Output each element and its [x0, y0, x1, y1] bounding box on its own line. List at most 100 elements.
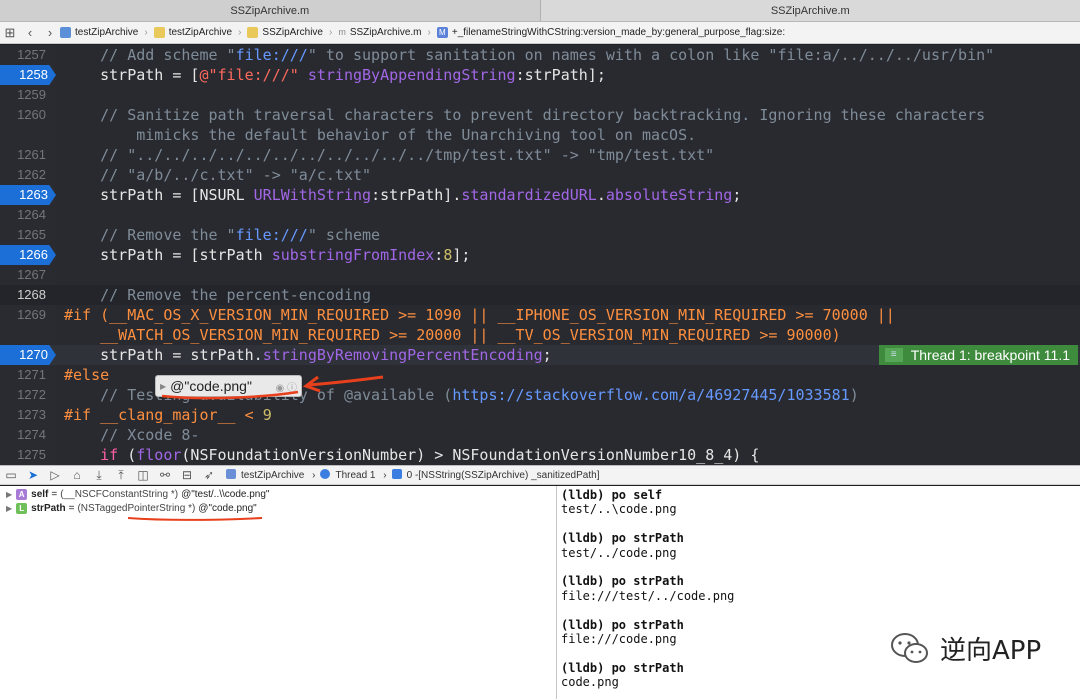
code-line[interactable]: 1262 // "a/b/../c.txt" -> "a/c.txt": [0, 165, 1080, 185]
code-text: #if (__MAC_OS_X_VERSION_MIN_REQUIRED >= …: [64, 306, 895, 324]
console-line: (lldb) po strPath: [561, 531, 684, 546]
variable-name: strPath: [31, 502, 66, 514]
line-number: 1267: [17, 267, 46, 282]
debug-crumb-thread[interactable]: Thread 1 ›: [320, 469, 387, 481]
crumb-file[interactable]: m SSZipArchive.m ›: [338, 27, 431, 38]
code-line[interactable]: __WATCH_OS_VERSION_MIN_REQUIRED >= 20000…: [0, 325, 1080, 345]
step-into-icon[interactable]: ⤓: [88, 468, 110, 483]
debug-breadcrumb: testZipArchive › Thread 1 › 0 -[NSString…: [226, 469, 609, 481]
method-icon: M: [436, 27, 448, 38]
m-file-icon: m: [338, 27, 346, 37]
variable-value: @"test/..\\code.png": [181, 488, 270, 500]
line-number: 1262: [17, 167, 46, 182]
debug-crumb-label: Thread 1: [335, 470, 376, 481]
thread-breakpoint-badge[interactable]: ≡ Thread 1: breakpoint 11.1: [878, 345, 1078, 365]
code-line[interactable]: 1264: [0, 205, 1080, 225]
breakpoints-toggle-icon[interactable]: ➤: [22, 468, 44, 482]
crumb-label: testZipArchive: [75, 27, 139, 38]
continue-icon[interactable]: ▷: [44, 468, 66, 482]
code-line[interactable]: 1265 // Remove the "file:///" scheme: [0, 225, 1080, 245]
step-over-icon[interactable]: ⌂: [66, 468, 88, 482]
line-number: 1261: [17, 147, 46, 162]
variable-type: (__NSCFConstantString *): [60, 488, 179, 500]
code-line[interactable]: 1266 strPath = [strPath substringFromInd…: [0, 245, 1080, 265]
disclosure-triangle-icon[interactable]: ▶: [160, 382, 166, 391]
crumb-subgroup[interactable]: SSZipArchive ›: [247, 27, 332, 38]
code-text: // "../../../../../../../../../../../tmp…: [64, 146, 715, 164]
variable-data-tip[interactable]: ▶ @"code.png" ◉ ⓘ: [155, 375, 302, 397]
crumb-label: SSZipArchive: [262, 27, 323, 38]
line-number: 1274: [17, 427, 46, 442]
code-line[interactable]: 1260 // Sanitize path traversal characte…: [0, 105, 1080, 125]
variable-equals: =: [51, 488, 58, 500]
environment-icon[interactable]: ⊟: [176, 468, 198, 482]
breakpoint-marker[interactable]: 1270: [0, 345, 56, 365]
line-number: 1259: [17, 87, 46, 102]
tab-ssziparchive-right[interactable]: SSZipArchive.m: [541, 0, 1080, 21]
project-icon: [60, 27, 71, 38]
breakpoint-marker[interactable]: 1258: [0, 65, 56, 85]
disclosure-triangle-icon[interactable]: ▶: [6, 504, 12, 513]
disclosure-triangle-icon[interactable]: ▶: [6, 490, 12, 499]
folder-icon: [247, 27, 259, 38]
line-number: 1268: [17, 287, 46, 302]
line-number: 1271: [17, 367, 46, 382]
breakpoint-marker[interactable]: 1266: [0, 245, 56, 265]
memory-graph-icon[interactable]: ⚯: [154, 468, 176, 482]
crumb-group[interactable]: testZipArchive ›: [153, 27, 241, 38]
code-text: // Remove the "file:///" scheme: [100, 226, 381, 244]
tab-ssziparchive-left[interactable]: SSZipArchive.m: [0, 0, 541, 21]
code-line[interactable]: 1273 #if __clang_major__ < 9: [0, 405, 1080, 425]
console-line: (lldb) po self: [561, 488, 663, 502]
line-number: [0, 325, 54, 345]
code-text: mimicks the default behavior of the Unar…: [64, 126, 697, 144]
crumb-method[interactable]: M +_filenameStringWithCString:version_mad…: [436, 27, 786, 38]
crumb-project[interactable]: testZipArchive ›: [60, 27, 148, 38]
variable-row[interactable]: ▶ A self = (__NSCFConstantString *) @"te…: [6, 487, 269, 501]
step-out-icon[interactable]: ⤒: [110, 468, 132, 483]
grid-icon[interactable]: ⊞: [0, 25, 20, 41]
lldb-console[interactable]: (lldb) po self test/..\code.png (lldb) p…: [556, 486, 1080, 699]
console-line: test/..\code.png: [561, 502, 677, 517]
location-icon[interactable]: ➶: [198, 468, 220, 482]
code-line[interactable]: 1261 // "../../../../../../../../../../.…: [0, 145, 1080, 165]
view-hierarchy-icon[interactable]: ◫: [132, 468, 154, 482]
code-line[interactable]: 1267: [0, 265, 1080, 285]
code-text: strPath = [NSURL URLWithString:strPath].…: [64, 186, 742, 204]
jump-bar: ⊞ ‹ › testZipArchive › testZipArchive › SS…: [0, 22, 1080, 44]
breakpoint-marker[interactable]: 1263: [0, 185, 56, 205]
thread-badge-label: Thread 1: breakpoint 11.1: [910, 347, 1070, 363]
code-line[interactable]: 1269 #if (__MAC_OS_X_VERSION_MIN_REQUIRED…: [0, 305, 1080, 325]
code-line[interactable]: 1257 // Add scheme "file:///" to support…: [0, 45, 1080, 65]
variable-row[interactable]: ▶ L strPath = (NSTaggedPointerString *) …: [6, 501, 257, 515]
code-line-current[interactable]: 1270 strPath = strPath.stringByRemovingP…: [0, 345, 1080, 365]
variables-view[interactable]: ▶ A self = (__NSCFConstantString *) @"te…: [0, 486, 556, 699]
line-number: [0, 125, 54, 145]
hide-debug-area-icon[interactable]: ▭: [0, 468, 22, 482]
variable-value: @"code.png": [198, 502, 257, 514]
line-number: 1275: [17, 447, 46, 462]
crumb-label: +_filenameStringWithCString:version_made…: [451, 27, 786, 38]
code-line[interactable]: 1268 // Remove the percent-encoding: [0, 285, 1080, 305]
quicklook-info-icon[interactable]: ◉ ⓘ: [275, 379, 297, 394]
forward-icon[interactable]: ›: [40, 25, 60, 40]
code-line[interactable]: 1263 strPath = [NSURL URLWithString:strP…: [0, 185, 1080, 205]
back-icon[interactable]: ‹: [20, 25, 40, 40]
line-number: 1260: [17, 107, 46, 122]
code-line[interactable]: 1274 // Xcode 8-: [0, 425, 1080, 445]
code-text: // Remove the percent-encoding: [64, 286, 372, 304]
code-line[interactable]: 1275 if (floor(NSFoundationVersionNumber…: [0, 445, 1080, 465]
code-line[interactable]: 1259: [0, 85, 1080, 105]
code-editor[interactable]: 1257 // Add scheme "file:///" to support…: [0, 45, 1080, 465]
code-line[interactable]: 1258 strPath = [@"file:///" stringByAppe…: [0, 65, 1080, 85]
code-line[interactable]: mimicks the default behavior of the Unar…: [0, 125, 1080, 145]
code-text: // Add scheme "file:///" to support sani…: [100, 46, 995, 64]
debug-crumb-target[interactable]: testZipArchive ›: [226, 469, 315, 481]
code-text: // Sanitize path traversal characters to…: [64, 106, 986, 124]
wechat-icon: [891, 632, 928, 663]
debug-crumb-frame[interactable]: 0 -[NSString(SSZipArchive) _sanitizedPat…: [391, 469, 605, 481]
console-line: file:///test/../code.png: [561, 588, 735, 603]
line-number: 1264: [17, 207, 46, 222]
